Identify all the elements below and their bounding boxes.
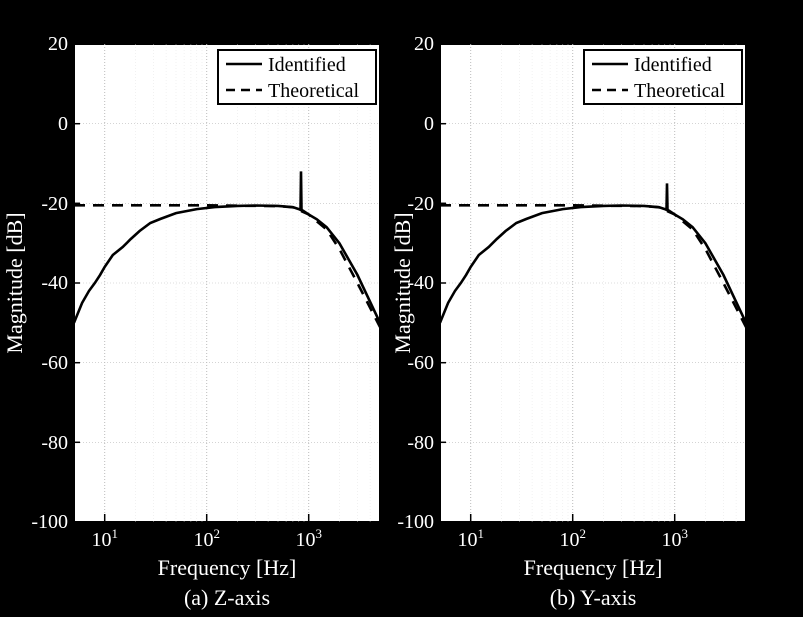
svg-text:-60: -60 bbox=[41, 352, 68, 374]
yticklabels-a: 20 0 -20 -40 -60 -80 -100 bbox=[31, 33, 68, 533]
svg-text:-20: -20 bbox=[41, 193, 68, 215]
svg-text:-80: -80 bbox=[407, 432, 434, 454]
legend-identified-b: Identified bbox=[634, 54, 712, 76]
xticklabels-a: 101 102 103 bbox=[91, 526, 322, 551]
svg-text:20: 20 bbox=[414, 33, 434, 55]
svg-text:-60: -60 bbox=[407, 352, 434, 374]
svg-text:20: 20 bbox=[48, 33, 68, 55]
subplot-a: Identified Theoretical bbox=[74, 44, 380, 522]
chart-svg: Identified Theoretical bbox=[0, 0, 803, 617]
xlabel-a: Frequency [Hz] bbox=[158, 555, 297, 580]
svg-text:-100: -100 bbox=[31, 511, 68, 533]
legend-b: Identified Theoretical bbox=[584, 50, 742, 104]
ylabel-a: Magnitude [dB] bbox=[2, 212, 27, 353]
svg-text:-100: -100 bbox=[397, 511, 434, 533]
ylabel-b: Magnitude [dB] bbox=[390, 212, 415, 353]
svg-text:103: 103 bbox=[295, 526, 322, 551]
svg-text:101: 101 bbox=[91, 526, 118, 551]
svg-text:-80: -80 bbox=[41, 432, 68, 454]
subplot-label-b: (b) Y-axis bbox=[550, 585, 637, 610]
subplot-b: Identified Theoretical bbox=[440, 44, 746, 522]
svg-text:102: 102 bbox=[193, 526, 220, 551]
xlabel-b: Frequency [Hz] bbox=[524, 555, 663, 580]
xticklabels-b: 101 102 103 bbox=[457, 526, 688, 551]
svg-text:102: 102 bbox=[559, 526, 586, 551]
svg-text:-20: -20 bbox=[407, 193, 434, 215]
svg-text:-40: -40 bbox=[41, 272, 68, 294]
subplot-label-a: (a) Z-axis bbox=[184, 585, 270, 610]
figure: Identified Theoretical bbox=[0, 0, 803, 617]
svg-text:0: 0 bbox=[424, 113, 434, 135]
legend-a: Identified Theoretical bbox=[218, 50, 376, 104]
legend-theoretical-a: Theoretical bbox=[268, 80, 359, 102]
legend-theoretical-b: Theoretical bbox=[634, 80, 725, 102]
svg-text:101: 101 bbox=[457, 526, 484, 551]
svg-text:103: 103 bbox=[661, 526, 688, 551]
legend-identified-a: Identified bbox=[268, 54, 346, 76]
svg-text:0: 0 bbox=[58, 113, 68, 135]
